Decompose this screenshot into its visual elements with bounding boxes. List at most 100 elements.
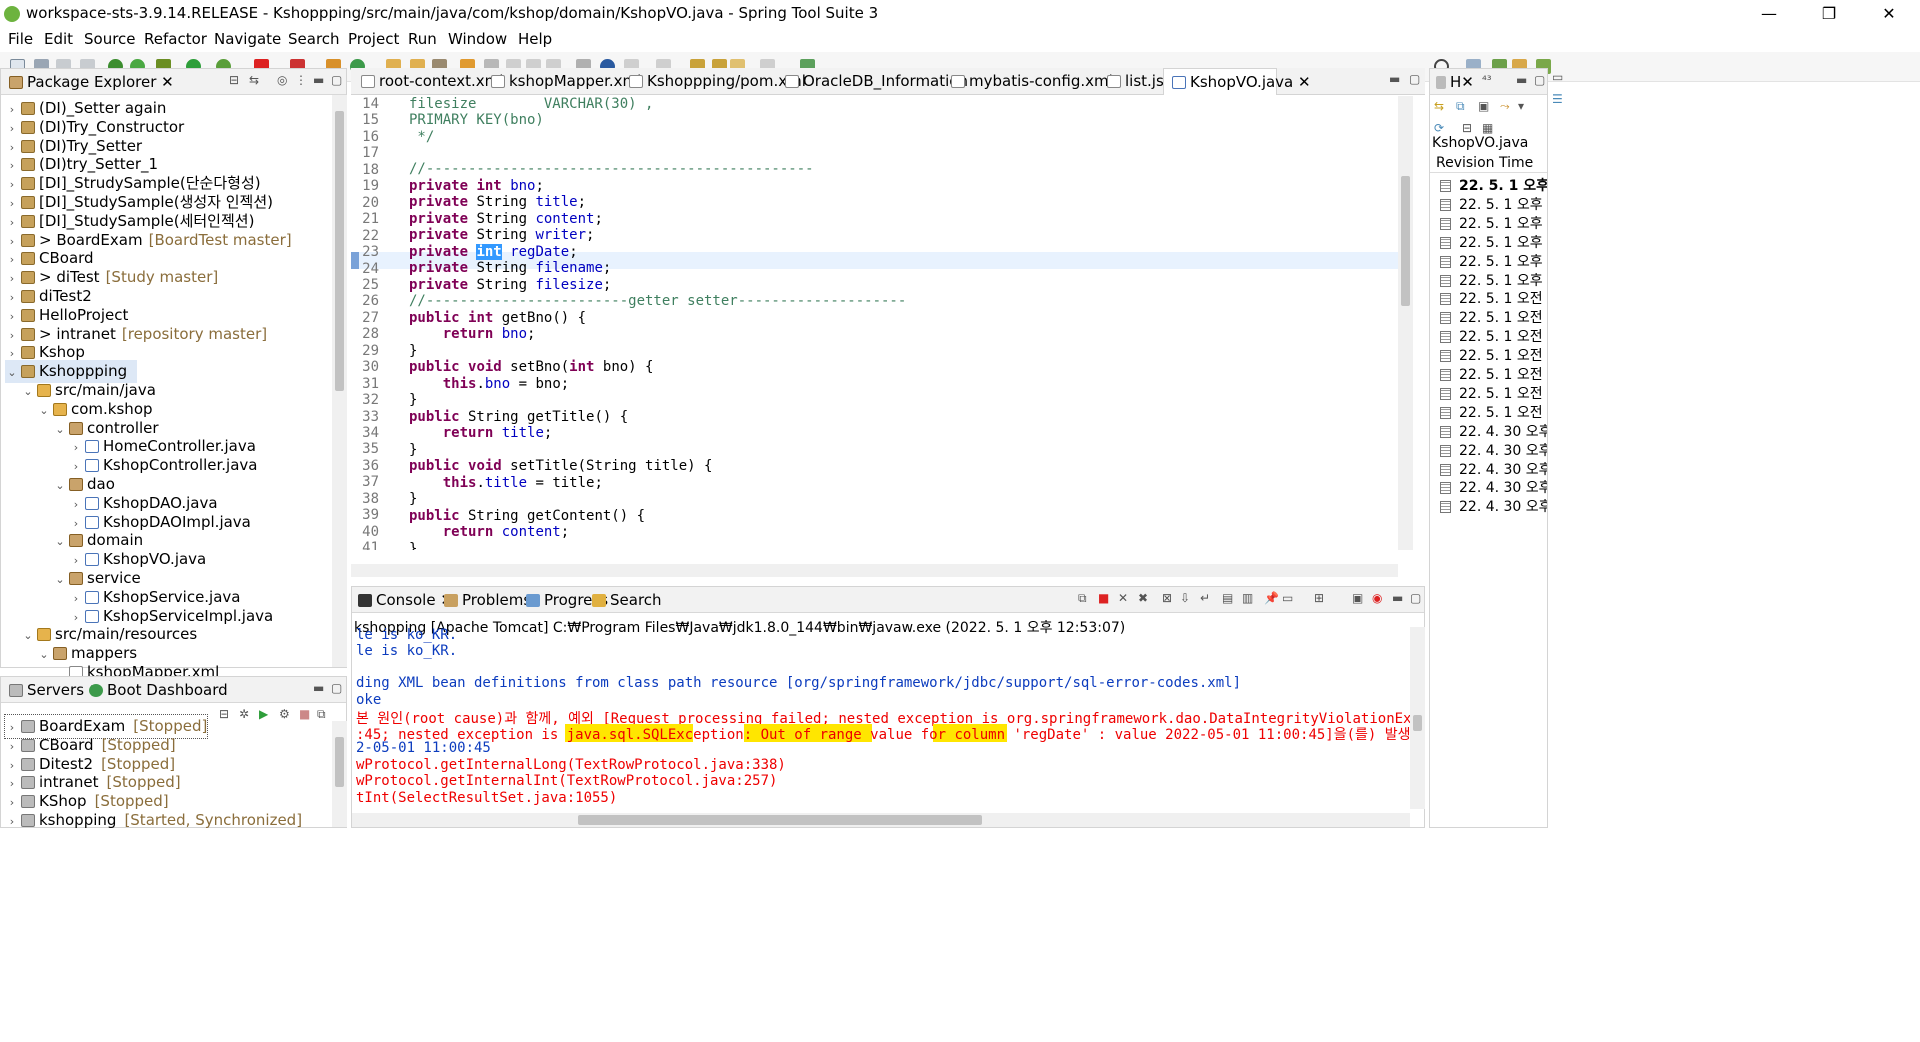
servers-maximize-icon[interactable]: ▢	[331, 681, 342, 695]
console-output[interactable]: le is ko_KR. le is ko_KR. ding XML bean …	[352, 625, 1412, 815]
editor-tab-mybatis-config[interactable]: mybatis-config.xml	[943, 68, 1113, 95]
revision-item[interactable]: 22. 4. 30 오후 7	[1440, 477, 1547, 496]
clear-console-icon[interactable]: ⊠	[1162, 591, 1172, 605]
scroll-thumb[interactable]	[335, 111, 344, 391]
group-history-icon[interactable]: ▦	[1482, 121, 1493, 135]
servers-minimize-icon[interactable]: ▬	[313, 681, 324, 695]
menu-file[interactable]: File	[8, 30, 33, 48]
console-hscroll-thumb[interactable]	[578, 815, 982, 825]
menu-source[interactable]: Source	[84, 30, 136, 48]
expand-toggle-icon[interactable]: ⌄	[53, 530, 67, 553]
tab-history[interactable]: H✕	[1434, 73, 1474, 91]
console-save-icon[interactable]: ▣	[1352, 591, 1363, 605]
debug-server-icon[interactable]: ✲	[239, 707, 249, 721]
revision-item[interactable]: 22. 4. 30 오후 7	[1440, 459, 1547, 478]
editor-tab-oracledb[interactable]: OracleDB_Information	[777, 68, 968, 95]
open-console-icon[interactable]: ⊞	[1314, 591, 1324, 605]
expand-toggle-icon[interactable]: ⌄	[21, 624, 35, 647]
console-vscroll-thumb[interactable]	[1413, 715, 1422, 731]
focus-icon[interactable]: ◎	[277, 73, 287, 87]
pin-console-icon[interactable]: 📌	[1264, 591, 1279, 605]
editor-tab-root-context[interactable]: root-context.xml	[353, 68, 503, 95]
display-console-icon[interactable]: ▭	[1282, 591, 1293, 605]
revision-item[interactable]: 22. 5. 1 오전 10	[1440, 307, 1547, 326]
remove-launch-icon[interactable]: ✕	[1118, 591, 1128, 605]
menu-run[interactable]: Run	[408, 30, 437, 48]
collapse-all-icon[interactable]: ⊟	[229, 73, 239, 87]
menu-search[interactable]: Search	[288, 30, 340, 48]
expand-toggle-icon[interactable]: ⌄	[53, 474, 67, 497]
revision-item[interactable]: 22. 4. 30 오후 1	[1440, 421, 1547, 440]
pin-history-icon[interactable]: ▣	[1478, 99, 1489, 113]
expand-toggle-icon[interactable]: ⌄	[37, 399, 51, 422]
console-minimize-icon[interactable]: ▬	[1392, 591, 1403, 605]
show-stdout-icon[interactable]: ▤	[1222, 591, 1233, 605]
link-history-icon[interactable]: ⇆	[1434, 99, 1444, 113]
restore-icon[interactable]: ▭	[1552, 70, 1563, 84]
editor-maximize-icon[interactable]: ▢	[1409, 72, 1420, 86]
revision-item[interactable]: 22. 4. 30 오후 7	[1440, 440, 1547, 459]
expand-toggle-icon[interactable]: ›	[5, 810, 19, 833]
history-filter-icon[interactable]: ⤳	[1500, 99, 1510, 114]
revision-item[interactable]: 22. 5. 1 오전 10	[1440, 364, 1547, 383]
history-maximize-icon[interactable]: ▢	[1534, 73, 1545, 87]
editor-tab-kshopmapper[interactable]: kshopMapper.xml	[483, 68, 641, 95]
close-button[interactable]: ✕	[1866, 2, 1912, 26]
tab-problems[interactable]: Problems	[442, 591, 531, 609]
revision-item[interactable]: 22. 5. 1 오후 12	[1440, 194, 1547, 213]
history-menu-icon[interactable]: ▾	[1518, 99, 1524, 113]
code-area[interactable]: 14 15 16 17 18 19 20 21 22 23 24 25 26 27 28 29 30 31 32 33…	[351, 96, 1411, 550]
menu-help[interactable]: Help	[518, 30, 552, 48]
expand-toggle-icon[interactable]: ⌄	[21, 380, 35, 403]
terminate-icon[interactable]: ■	[1098, 591, 1109, 605]
console-maximize-icon[interactable]: ▢	[1410, 591, 1421, 605]
stop-server-icon[interactable]: ■	[299, 707, 310, 721]
revision-item[interactable]: 22. 5. 1 오후 12	[1440, 213, 1547, 232]
revision-time-header[interactable]: Revision Time	[1430, 153, 1547, 173]
expand-toggle-icon[interactable]: ⌄	[5, 361, 19, 384]
menu-refactor[interactable]: Refactor	[144, 30, 207, 48]
remove-all-icon[interactable]: ✖	[1138, 591, 1148, 605]
editor-tab-kshopvo[interactable]: KshopVO.java ✕	[1163, 68, 1311, 95]
revision-item[interactable]: 22. 5. 1 오후 12	[1440, 251, 1547, 270]
console-vscrollbar[interactable]	[1410, 627, 1425, 809]
editor-vscrollbar[interactable]	[1398, 96, 1413, 550]
revision-item[interactable]: 22. 5. 1 오전 10	[1440, 345, 1547, 364]
revision-item[interactable]: 22. 5. 1 오후 1	[1440, 175, 1547, 194]
tab-console[interactable]: Console ✕	[356, 591, 453, 609]
menu-edit[interactable]: Edit	[44, 30, 73, 48]
compare-mode-icon[interactable]: ⧉	[1456, 99, 1465, 114]
publish-icon[interactable]: ⧉	[317, 707, 326, 722]
servers-scroll-thumb[interactable]	[335, 737, 344, 787]
minimize-view-icon[interactable]: ▬	[313, 73, 324, 87]
tab-search[interactable]: Search	[590, 591, 662, 609]
spring-console-icon[interactable]: ◉	[1372, 591, 1382, 605]
menu-window[interactable]: Window	[448, 30, 507, 48]
collapse-icon[interactable]: ⊟	[219, 707, 229, 721]
scroll-lock-icon[interactable]: ⇩	[1180, 591, 1190, 605]
history-minimize-icon[interactable]: ▬	[1516, 73, 1527, 87]
revision-item[interactable]: 22. 5. 1 오전 10	[1440, 383, 1547, 402]
menu-navigate[interactable]: Navigate	[214, 30, 281, 48]
task-list-icon[interactable]: ☰	[1552, 92, 1563, 106]
console-hscrollbar[interactable]	[352, 813, 1410, 827]
server-item[interactable]: › kshopping [Started, Synchronized]	[5, 809, 302, 832]
revision-item[interactable]: 22. 5. 1 오후 12	[1440, 270, 1547, 289]
console-link-icon[interactable]: ⧉	[1078, 591, 1087, 606]
refresh-history-icon[interactable]: ⟳	[1434, 121, 1444, 135]
menu-project[interactable]: Project	[348, 30, 399, 48]
revision-item[interactable]: 22. 5. 1 오전 10	[1440, 326, 1547, 345]
revision-item[interactable]: 22. 5. 1 오전 10	[1440, 288, 1547, 307]
revision-item[interactable]: 22. 5. 1 오전 10	[1440, 402, 1547, 421]
word-wrap-icon[interactable]: ↵	[1200, 591, 1210, 605]
tab-boot-dashboard[interactable]: Boot Dashboard	[87, 681, 228, 699]
editor-vscroll-thumb[interactable]	[1401, 176, 1410, 306]
tab-package-explorer[interactable]: Package Explorer ✕	[7, 73, 174, 91]
minimize-button[interactable]: —	[1746, 2, 1792, 26]
servers-scrollbar[interactable]	[332, 721, 347, 827]
revision-item[interactable]: 22. 5. 1 오후 12	[1440, 232, 1547, 251]
revision-item[interactable]: 22. 4. 30 오후 7	[1440, 496, 1547, 515]
collapse-history-icon[interactable]: ⊟	[1462, 121, 1472, 135]
outline-icon[interactable]: ⁴³	[1482, 73, 1492, 87]
maximize-button[interactable]: ❐	[1806, 2, 1852, 26]
